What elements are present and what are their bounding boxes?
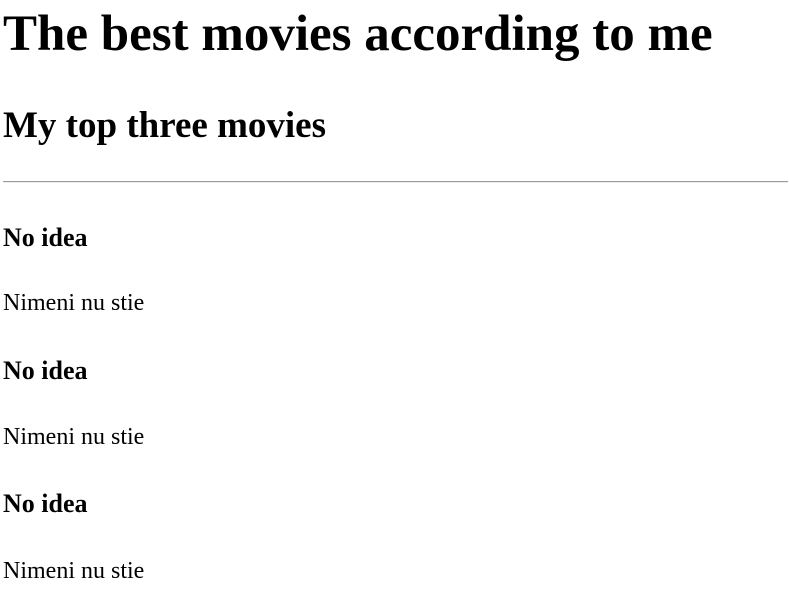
movie-title: No idea: [3, 223, 88, 252]
section-title: My top three movies: [3, 105, 326, 146]
horizontal-divider: [3, 181, 788, 183]
movie-description: Nimeni nu stie: [3, 558, 145, 584]
page: The best movies according to me My top t…: [0, 0, 789, 612]
movie-title: No idea: [3, 489, 88, 518]
movie-title: No idea: [3, 356, 88, 385]
page-title: The best movies according to me: [3, 6, 713, 62]
movie-description: Nimeni nu stie: [3, 424, 145, 450]
movie-description: Nimeni nu stie: [3, 290, 145, 316]
